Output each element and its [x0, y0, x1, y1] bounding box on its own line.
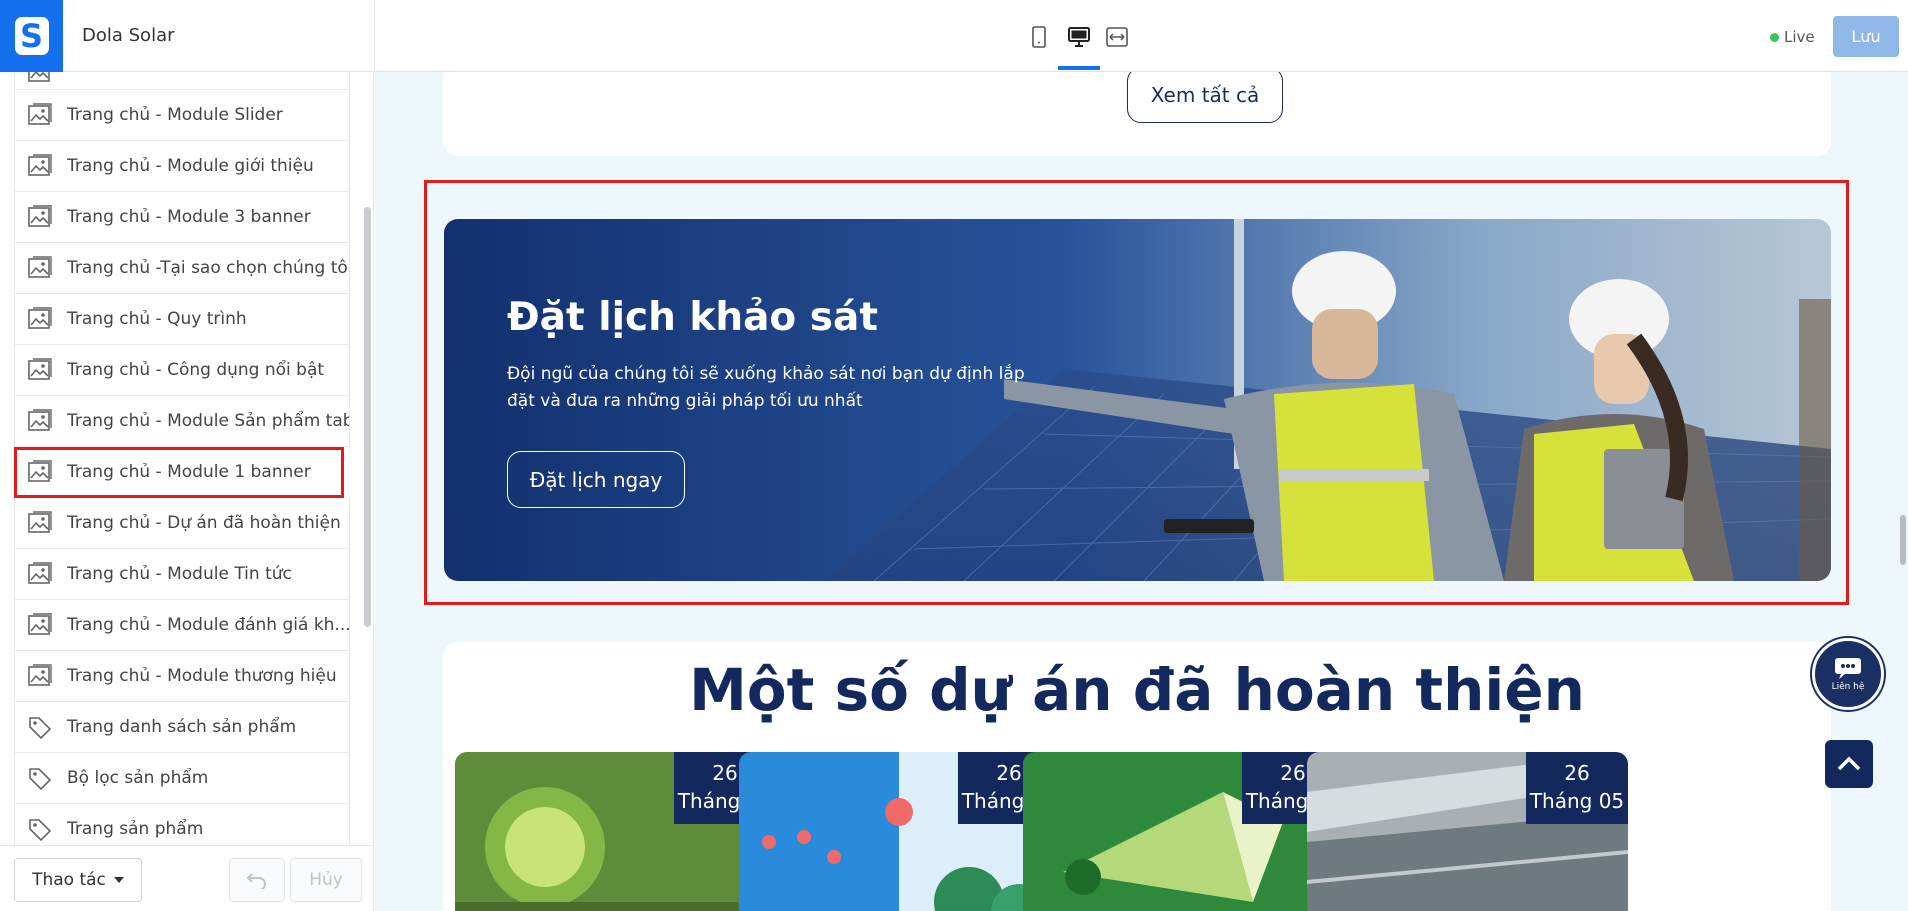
sidebar-item[interactable]: Bộ lọc sản phẩm — [14, 753, 350, 804]
layout-image-icon — [28, 154, 52, 176]
chat-icon — [1835, 658, 1861, 679]
save-button[interactable]: Lưu — [1833, 16, 1899, 57]
layout-image-icon — [28, 409, 52, 431]
project-card[interactable]: 26 Tháng 05 — [739, 752, 1060, 911]
sidebar-item-label: Trang sản phẩm — [67, 819, 204, 839]
sidebar-footer: Thao tác Hủy — [0, 845, 373, 911]
sidebar-item-label: Trang chủ - Module Slider — [67, 105, 283, 125]
selected-section-outline — [424, 180, 1849, 605]
sidebar-item[interactable]: Trang chủ - Module Slider — [14, 90, 350, 141]
layout-image-icon — [28, 205, 52, 227]
logo-icon: S — [14, 17, 49, 55]
project-card[interactable]: 26 Tháng 05 — [1307, 752, 1628, 911]
see-all-button[interactable]: Xem tất cả — [1127, 72, 1283, 123]
cancel-button[interactable]: Hủy — [290, 858, 362, 902]
sidebar: Trang chủ - Module Slider Trang chủ - Mod… — [0, 72, 374, 911]
actions-label: Thao tác — [32, 870, 106, 890]
mobile-view-button[interactable] — [1024, 22, 1054, 52]
sidebar-item-label: Trang chủ - Module 1 banner — [67, 462, 311, 482]
sidebar-item[interactable]: Trang chủ - Dự án đã hoàn thiện — [14, 498, 350, 549]
layout-image-icon — [28, 103, 52, 125]
layout-image-icon — [28, 358, 52, 380]
top-bar: S Dola Solar Live Lưu — [0, 0, 1908, 72]
desktop-view-button[interactable] — [1064, 22, 1094, 52]
layout-image-icon — [28, 562, 52, 584]
sidebar-item[interactable]: Trang chủ - Quy trình — [14, 294, 350, 345]
sidebar-item[interactable]: Trang chủ - Module 3 banner — [14, 192, 350, 243]
undo-icon — [246, 873, 266, 889]
sidebar-item[interactable]: Trang chủ - Module Sản phẩm tab — [14, 396, 350, 447]
sidebar-item-label: Trang chủ - Module đánh giá kh... — [67, 615, 350, 635]
desktop-view-icon — [1068, 27, 1090, 47]
layout-image-icon — [28, 511, 52, 533]
sidebar-item-label: Trang chủ - Công dụng nổi bật — [67, 360, 325, 380]
section-list: Trang chủ - Module Slider Trang chủ - Mod… — [14, 72, 350, 855]
sidebar-item[interactable]: Trang chủ -Tại sao chọn chúng tôi — [14, 243, 350, 294]
sidebar-item[interactable]: Trang danh sách sản phẩm — [14, 702, 350, 753]
projects-title: Một số dự án đã hoàn thiện — [689, 656, 1585, 724]
layout-image-icon — [28, 307, 52, 329]
mobile-view-icon — [1032, 26, 1046, 48]
sidebar-item[interactable]: Trang chủ - Module Tin tức — [14, 549, 350, 600]
sidebar-item[interactable]: Trang chủ - Module giới thiệu — [14, 141, 350, 192]
sidebar-item[interactable]: Trang chủ - Module thương hiệu — [14, 651, 350, 702]
caret-down-icon — [113, 877, 124, 883]
sidebar-scrollbar[interactable] — [364, 207, 371, 627]
live-label: Live — [1784, 28, 1815, 46]
sidebar-item-label: Trang chủ - Module Sản phẩm tab — [67, 411, 350, 431]
undo-button[interactable] — [229, 858, 285, 902]
app-logo[interactable]: S — [0, 0, 63, 72]
previous-section-card: Xem tất cả — [443, 72, 1831, 156]
layout-image-icon — [28, 72, 50, 82]
chevron-up-icon — [1837, 756, 1861, 771]
sidebar-item-label: Bộ lọc sản phẩm — [67, 768, 209, 788]
layout-image-icon — [28, 256, 52, 278]
sidebar-item-label: Trang chủ - Module giới thiệu — [67, 156, 314, 176]
page-preview: Xem tất cả Đặt lịch khảo sát Đội ngũ của… — [375, 72, 1908, 911]
layout-image-icon — [28, 664, 52, 686]
actions-dropdown[interactable]: Thao tác — [14, 858, 142, 902]
live-status[interactable]: Live — [1770, 28, 1815, 46]
contact-float-button[interactable]: Liên hệ — [1812, 638, 1884, 710]
date-badge: 26 Tháng 05 — [1526, 752, 1628, 824]
contact-label: Liên hệ — [1831, 682, 1865, 692]
scroll-to-top-button[interactable] — [1825, 740, 1873, 788]
project-card[interactable]: 26 Tháng 05 — [1023, 752, 1344, 911]
sidebar-item-label: Trang chủ - Dự án đã hoàn thiện — [67, 513, 341, 533]
sidebar-item-label: Trang danh sách sản phẩm — [67, 717, 297, 737]
sidebar-item-label: Trang chủ - Module Tin tức — [67, 564, 292, 584]
fullwidth-view-icon — [1106, 27, 1128, 47]
fullwidth-view-button[interactable] — [1102, 22, 1132, 52]
sidebar-item-partial[interactable] — [14, 72, 350, 90]
tag-icon — [29, 768, 52, 791]
project-card[interactable]: 26 Tháng 05 — [455, 752, 776, 911]
sidebar-item-label: Trang chủ - Module thương hiệu — [67, 666, 337, 686]
tag-icon — [29, 717, 52, 740]
sidebar-item-label: Trang chủ - Module 3 banner — [67, 207, 311, 227]
live-dot-icon — [1770, 32, 1779, 42]
sidebar-item[interactable]: Trang chủ - Module 1 banner — [14, 447, 344, 498]
sidebar-item-label: Trang chủ - Quy trình — [67, 309, 247, 329]
layout-image-icon — [28, 613, 52, 635]
app-title: Dola Solar — [82, 25, 175, 46]
toolbar-divider — [374, 0, 375, 72]
sidebar-item[interactable]: Trang chủ - Module đánh giá kh... — [14, 600, 350, 651]
date-day: 26 — [1564, 761, 1590, 785]
active-view-indicator — [1058, 66, 1100, 70]
layout-image-icon — [28, 460, 52, 482]
preview-scrollbar[interactable] — [1900, 515, 1906, 565]
tag-icon — [29, 819, 52, 842]
projects-section: Một số dự án đã hoàn thiện 26 Tháng 05 2… — [443, 642, 1831, 911]
date-month: Tháng 05 — [1529, 789, 1625, 813]
sidebar-item[interactable]: Trang chủ - Công dụng nổi bật — [14, 345, 350, 396]
sidebar-item-label: Trang chủ -Tại sao chọn chúng tôi — [67, 258, 350, 278]
